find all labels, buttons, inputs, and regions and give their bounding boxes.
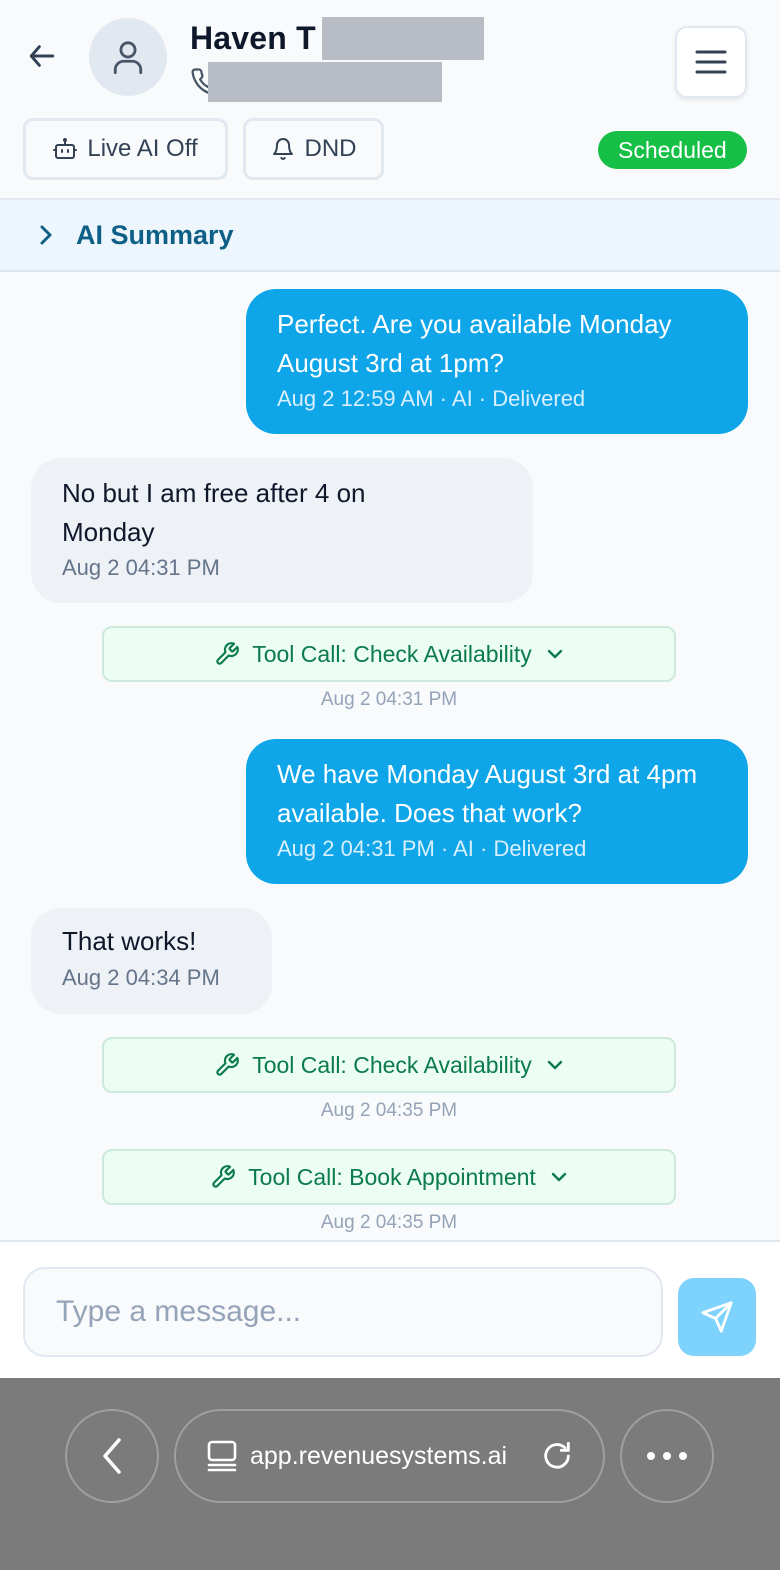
chevron-down-icon [551,1172,567,1182]
avatar [89,18,167,96]
send-icon [701,1301,733,1333]
tool-call-time: Aug 2 04:35 PM [320,1212,458,1233]
send-button[interactable] [678,1278,756,1356]
message-meta: Aug 2 12:59 AM · AI · Delivered [277,386,586,411]
wrench-icon [216,1053,240,1076]
tool-call-label: Tool Call: Check Availability [252,640,532,667]
tool-call-label: Tool Call: Book Appointment [248,1163,536,1190]
chevron-right-icon [40,225,52,245]
bell-icon [272,138,293,160]
conversation-header: Haven T Live AI Off DND Scheduled [0,0,780,200]
message-text: We have Monday August 3rd at 4pm availab… [277,759,698,828]
tabs-icon [207,1440,237,1472]
contact-phone-row [190,62,442,102]
outgoing-message: We have Monday August 3rd at 4pm availab… [246,739,748,884]
live-ai-toggle[interactable]: Live AI Off [23,118,228,180]
more-dots-icon [647,1452,687,1460]
tool-call-label: Tool Call: Check Availability [252,1051,532,1078]
tool-call-check-availability[interactable]: Tool Call: Check Availability [102,626,676,682]
redacted-phone-block [208,62,442,102]
back-button[interactable] [22,36,62,76]
address-bar[interactable]: app.revenuesystems.ai [174,1409,605,1503]
browser-more-button[interactable] [620,1409,714,1503]
live-ai-label: Live AI Off [87,135,198,162]
chevron-down-icon [547,649,562,659]
message-meta: Aug 2 04:31 PM [62,555,220,580]
message-composer [0,1240,780,1378]
chevron-left-icon [103,1438,121,1474]
user-icon [113,41,143,75]
outgoing-message: Perfect. Are you available Monday August… [246,289,748,434]
browser-toolbar: app.revenuesystems.ai [0,1378,780,1570]
tool-call-time: Aug 2 04:31 PM [320,689,458,710]
ai-summary-label: AI Summary [76,219,234,250]
dnd-toggle[interactable]: DND [243,118,384,180]
dnd-label: DND [304,135,357,162]
wrench-icon [216,642,240,665]
redacted-name-block [321,16,484,60]
arrow-left-icon [29,45,55,67]
browser-back-button[interactable] [65,1409,159,1503]
message-meta: Aug 2 04:31 PM · AI · Delivered [277,836,587,861]
contact-name-row: Haven T [190,16,484,60]
robot-icon [53,138,78,159]
wrench-icon [212,1165,236,1188]
chevron-down-icon [547,1060,562,1070]
address-bar-url: app.revenuesystems.ai [250,1441,508,1470]
menu-button[interactable] [675,26,747,98]
incoming-message: That works! Aug 2 04:34 PM [31,908,272,1014]
message-text: That works! [62,926,197,956]
incoming-message: No but I am free after 4 on Monday Aug 2… [31,458,533,603]
hamburger-menu-icon [695,50,727,74]
contact-name: Haven T [190,19,316,56]
tool-call-book-appointment[interactable]: Tool Call: Book Appointment [102,1149,676,1205]
tool-call-time: Aug 2 04:35 PM [320,1100,458,1121]
reload-icon[interactable] [540,1439,574,1473]
tool-call-check-availability[interactable]: Tool Call: Check Availability [102,1037,676,1093]
message-text: Perfect. Are you available Monday August… [277,309,672,378]
message-text: No but I am free after 4 on Monday [62,478,366,547]
ai-summary-toggle[interactable]: AI Summary [0,200,780,272]
message-meta: Aug 2 04:34 PM [62,964,220,990]
status-badge: Scheduled [598,131,747,169]
message-input[interactable] [23,1267,663,1357]
